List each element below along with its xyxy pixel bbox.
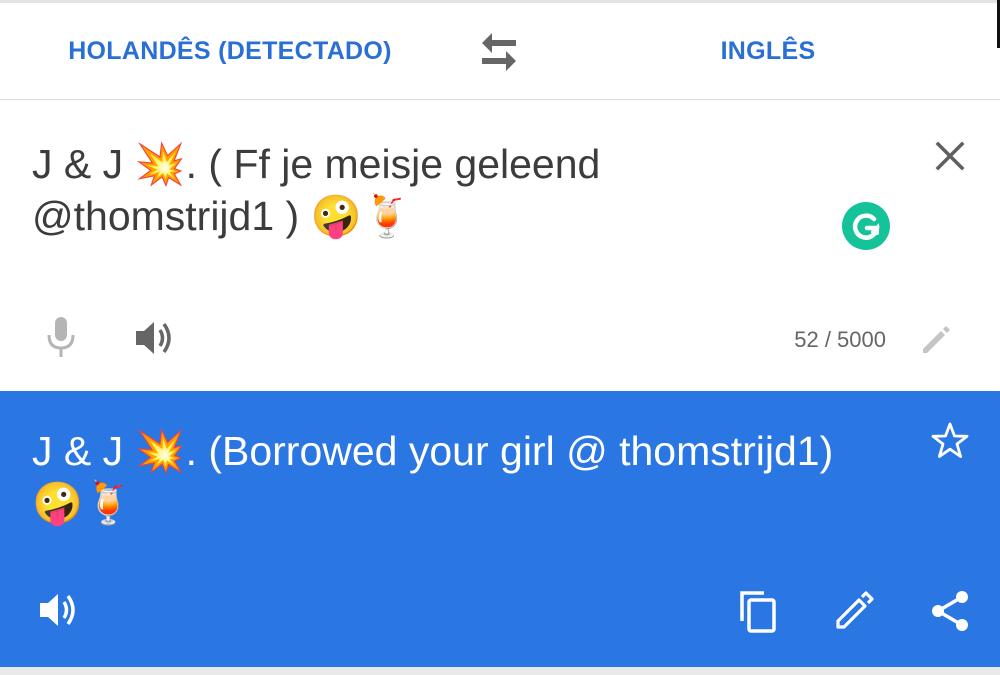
language-bar: HOLANDÊS (DETECTADO) INGLÊS <box>0 3 1000 100</box>
source-panel: J & J 💥. ( Ff je meisje geleend @thomstr… <box>0 100 1000 390</box>
translation-panel: J & J 💥. (Borrowed your girl @ thomstrij… <box>0 391 1000 675</box>
swap-languages-button[interactable] <box>474 31 524 73</box>
translate-app: HOLANDÊS (DETECTADO) INGLÊS J & J 💥. ( F… <box>0 0 1000 675</box>
translation-text: J & J 💥. (Borrowed your girl @ thomstrij… <box>32 428 834 526</box>
clear-text-button[interactable] <box>930 136 970 176</box>
close-icon <box>935 141 965 171</box>
grammarly-button[interactable] <box>842 202 890 250</box>
character-count: 52 / 5000 <box>794 327 886 352</box>
speaker-icon <box>40 594 75 626</box>
source-text-input[interactable]: J & J 💥. ( Ff je meisje geleend @thomstr… <box>32 138 732 242</box>
share-translation-button[interactable] <box>926 587 974 635</box>
speaker-icon <box>136 322 171 354</box>
star-icon <box>931 422 969 458</box>
swap-arrows-icon <box>482 33 516 71</box>
grammarly-icon <box>852 213 880 240</box>
source-language-button[interactable]: HOLANDÊS (DETECTADO) <box>40 3 420 99</box>
listen-source-button[interactable] <box>134 318 178 358</box>
copy-icon <box>740 591 776 633</box>
target-language-button[interactable]: INGLÊS <box>640 3 896 99</box>
copy-translation-button[interactable] <box>736 587 780 635</box>
voice-input-button[interactable] <box>44 315 78 359</box>
listen-translation-button[interactable] <box>38 589 84 631</box>
share-icon <box>932 591 968 631</box>
pencil-icon <box>923 326 950 353</box>
pencil-icon <box>836 591 874 629</box>
bottom-divider <box>0 667 1000 675</box>
edit-translation-button[interactable] <box>832 589 876 633</box>
edit-source-button[interactable] <box>918 322 954 358</box>
save-translation-button[interactable] <box>928 419 972 463</box>
source-toolbar: 52 / 5000 <box>0 300 1000 380</box>
microphone-icon <box>47 317 75 357</box>
